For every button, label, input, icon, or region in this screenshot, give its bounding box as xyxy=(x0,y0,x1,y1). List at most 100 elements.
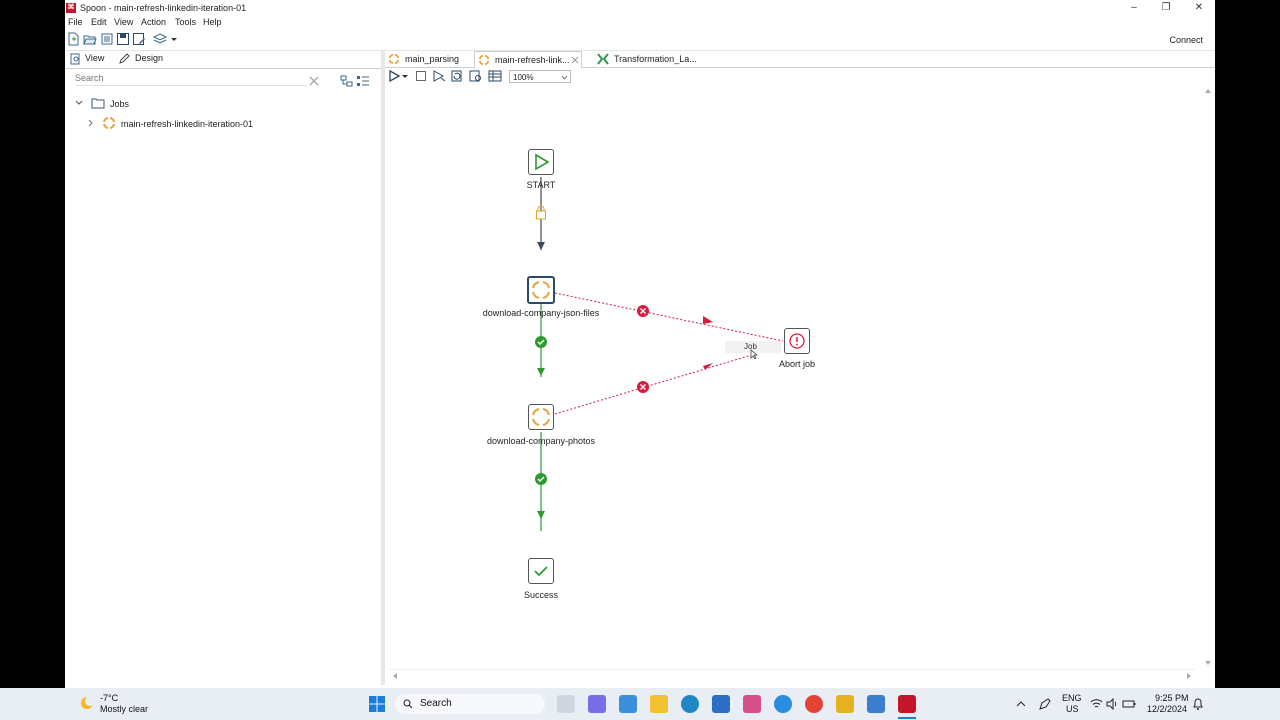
spoon-taskbar-icon[interactable] xyxy=(898,695,916,713)
lang-bottom[interactable]: US xyxy=(1066,704,1079,714)
scroll-left-icon[interactable] xyxy=(391,672,399,680)
menu-edit[interactable]: Edit xyxy=(91,17,107,27)
app-icon-blue[interactable] xyxy=(712,695,730,713)
wifi-icon[interactable] xyxy=(1090,698,1103,710)
windows-start-icon[interactable] xyxy=(369,696,385,712)
download-photos-label: download-company-photos xyxy=(486,436,596,446)
save-icon[interactable] xyxy=(116,32,130,46)
success-node[interactable] xyxy=(528,558,554,584)
chevron-down-icon xyxy=(561,75,568,80)
scroll-down-icon[interactable] xyxy=(1204,659,1212,667)
scroll-right-icon[interactable] xyxy=(1185,672,1193,680)
download-photos-node[interactable] xyxy=(528,404,554,430)
search-input[interactable]: Search xyxy=(75,73,307,86)
volume-icon[interactable] xyxy=(1106,698,1119,710)
battery-icon[interactable] xyxy=(1122,698,1136,710)
clear-search-icon[interactable] xyxy=(308,75,320,87)
start-node[interactable] xyxy=(528,149,554,175)
hop-photos-abort[interactable] xyxy=(554,353,756,415)
collapse-all-icon[interactable] xyxy=(340,75,354,87)
view-tab-icon xyxy=(70,53,80,65)
task-view-icon[interactable] xyxy=(557,695,575,713)
taskbar-search[interactable]: Search xyxy=(395,694,545,714)
explore-repository-icon[interactable] xyxy=(100,32,114,46)
tab-view[interactable]: View xyxy=(85,53,104,63)
hop-arrow-icon xyxy=(537,368,545,376)
job-tab-icon xyxy=(388,53,400,65)
cursor-icon xyxy=(750,349,758,359)
app-icon-arrow[interactable] xyxy=(867,695,885,713)
scroll-up-icon[interactable] xyxy=(1204,87,1212,95)
lang-top[interactable]: ENG xyxy=(1062,693,1082,703)
taskbar: -7°C Mostly clear Search ENG US 9:25 PM … xyxy=(0,688,1280,720)
maximize-button[interactable]: ❐ xyxy=(1151,1,1181,15)
tab-design[interactable]: Design xyxy=(135,53,163,63)
save-as-icon[interactable] xyxy=(132,32,146,46)
close-tab-icon[interactable] xyxy=(571,56,579,64)
replay-icon[interactable] xyxy=(450,70,464,82)
open-folder-icon[interactable] xyxy=(83,32,97,46)
check-job-icon[interactable] xyxy=(469,70,483,82)
tab-main-parsing[interactable]: main_parsing xyxy=(385,51,473,67)
error-x-icon xyxy=(637,305,649,317)
notification-bell-icon[interactable] xyxy=(1192,697,1204,711)
menu-action[interactable]: Action xyxy=(141,17,166,27)
app-icon-docker[interactable] xyxy=(774,695,792,713)
chevron-up-icon[interactable] xyxy=(1016,699,1026,709)
layers-icon[interactable] xyxy=(152,32,168,46)
menu-bar: File Edit View Action Tools Help xyxy=(65,16,1215,30)
edge-icon[interactable] xyxy=(681,695,699,713)
menu-view[interactable]: View xyxy=(114,17,133,27)
new-file-icon[interactable] xyxy=(66,32,80,46)
copilot-icon[interactable] xyxy=(588,695,606,713)
expand-all-icon[interactable] xyxy=(356,75,370,87)
menu-file[interactable]: File xyxy=(68,17,83,27)
preview-icon[interactable] xyxy=(432,70,446,82)
clock-time[interactable]: 9:25 PM xyxy=(1155,693,1189,703)
menu-help[interactable]: Help xyxy=(203,17,222,27)
minimize-button[interactable]: – xyxy=(1119,1,1149,15)
power-bi-icon[interactable] xyxy=(836,695,854,713)
run-dropdown-icon[interactable] xyxy=(402,70,409,82)
download-json-label: download-company-json-files xyxy=(482,308,600,318)
chevron-down-icon[interactable] xyxy=(75,99,85,109)
hop-arrow-icon xyxy=(703,316,713,324)
tab-transformation[interactable]: Transformation_La... xyxy=(594,51,724,67)
start-label: START xyxy=(526,180,556,190)
menu-tools[interactable]: Tools xyxy=(175,17,196,27)
horizontal-scrollbar[interactable] xyxy=(389,669,1195,680)
transformation-tab-icon xyxy=(597,53,609,65)
tab-label: main_parsing xyxy=(405,54,460,64)
file-explorer-icon[interactable] xyxy=(650,695,668,713)
app-icon-pink[interactable] xyxy=(743,695,761,713)
tab-main-refresh[interactable]: main-refresh-link... xyxy=(474,51,582,68)
close-button[interactable]: ✕ xyxy=(1184,1,1214,15)
chevron-right-icon[interactable] xyxy=(87,119,95,129)
chrome-icon[interactable] xyxy=(805,695,823,713)
layers-dropdown-icon[interactable] xyxy=(170,32,178,46)
download-json-node[interactable] xyxy=(527,276,555,304)
job-canvas[interactable]: START download-company-json-files downlo… xyxy=(385,87,1205,667)
tree-label-job-file: main-refresh-linkedin-iteration-01 xyxy=(121,119,254,129)
tab-label: Transformation_La... xyxy=(614,54,697,64)
job-tab-icon xyxy=(478,54,490,66)
abort-icon xyxy=(789,333,805,349)
run-icon[interactable] xyxy=(388,70,400,82)
connect-button[interactable]: Connect xyxy=(1169,35,1203,45)
pen-tray-icon[interactable] xyxy=(1038,697,1052,711)
weather-moon-icon[interactable] xyxy=(78,694,96,712)
editor-toolbar: 100% xyxy=(385,68,1215,86)
main-toolbar: Connect xyxy=(65,30,1215,51)
weather-temp: -7°C xyxy=(100,693,119,703)
tab-label: main-refresh-link... xyxy=(495,55,570,65)
hops-layer xyxy=(535,177,784,531)
sql-icon[interactable] xyxy=(488,70,502,82)
abort-node[interactable] xyxy=(784,328,810,354)
checkmark-icon xyxy=(534,566,548,577)
clock-date[interactable]: 12/2/2024 xyxy=(1147,704,1187,714)
stop-icon[interactable] xyxy=(415,70,427,82)
zoom-select[interactable]: 100% xyxy=(509,70,571,83)
store-icon[interactable] xyxy=(619,695,637,713)
vertical-scrollbar[interactable] xyxy=(1203,87,1213,667)
active-app-indicator xyxy=(898,717,916,719)
